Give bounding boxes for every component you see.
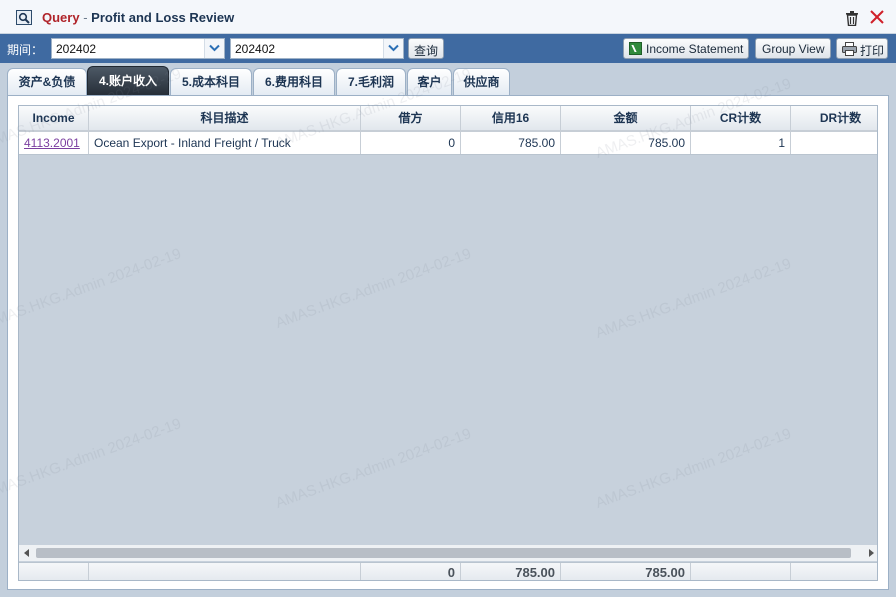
tab-suppliers[interactable]: 供应商 xyxy=(453,68,510,95)
tab-label: 6.费用科目 xyxy=(264,75,323,89)
close-icon[interactable] xyxy=(870,10,884,24)
column-header-amount[interactable]: 金额 xyxy=(561,106,691,130)
cell-credit: 785.00 xyxy=(461,132,561,154)
cell-amount: 785.00 xyxy=(561,132,691,154)
column-header-description[interactable]: 科目描述 xyxy=(89,106,361,130)
excel-icon xyxy=(629,42,642,55)
total-debit: 0 xyxy=(361,563,461,580)
tab-gross-profit[interactable]: 7.毛利润 xyxy=(336,68,406,95)
print-label: 打印 xyxy=(860,44,885,58)
title-query: Query xyxy=(42,10,80,25)
grid-header: Income 科目描述 借方 信用16 金额 CR计数 DR计数 xyxy=(19,106,877,132)
chevron-down-icon[interactable] xyxy=(383,39,403,58)
tab-expense-accounts[interactable]: 6.费用科目 xyxy=(253,68,335,95)
cell-description: Ocean Export - Inland Freight / Truck xyxy=(89,132,361,154)
tab-assets-liabilities[interactable]: 资产&负债 xyxy=(7,68,87,95)
total-income-cell xyxy=(19,563,89,580)
tab-label: 客户 xyxy=(417,75,442,89)
income-statement-button[interactable]: Income Statement xyxy=(623,38,749,59)
period-from-value: 202402 xyxy=(56,42,97,56)
grid-totals-row: 0 785.00 785.00 xyxy=(19,562,877,580)
column-header-cr-count[interactable]: CR计数 xyxy=(691,106,791,130)
tab-label: 资产&负债 xyxy=(18,75,76,89)
total-cr-count xyxy=(691,563,791,580)
total-amount: 785.00 xyxy=(561,563,691,580)
query-window-icon xyxy=(16,10,32,25)
trash-icon[interactable] xyxy=(845,11,859,27)
table-row[interactable]: 4113.2001 Ocean Export - Inland Freight … xyxy=(19,132,877,155)
chevron-down-icon[interactable] xyxy=(204,39,224,58)
income-statement-label: Income Statement xyxy=(646,42,744,56)
title-separator: - xyxy=(83,10,88,25)
toolbar: 期间： 202402 202402 查询 Income Statement Gr… xyxy=(0,34,896,63)
scroll-right-arrow-icon[interactable] xyxy=(869,549,874,557)
group-view-button[interactable]: Group View xyxy=(755,38,831,59)
total-description-cell xyxy=(89,563,361,580)
period-to-select[interactable]: 202402 xyxy=(230,38,404,59)
tab-label: 供应商 xyxy=(463,75,500,89)
account-link[interactable]: 4113.2001 xyxy=(24,136,80,150)
window-title: Query - Profit and Loss Review xyxy=(42,10,234,25)
period-to-value: 202402 xyxy=(235,42,276,56)
income-grid: Income 科目描述 借方 信用16 金额 CR计数 DR计数 4113.20… xyxy=(18,105,878,581)
title-text: Profit and Loss Review xyxy=(91,10,235,25)
tab-customers[interactable]: 客户 xyxy=(407,68,452,95)
tab-label: 5.成本科目 xyxy=(181,75,240,89)
tab-label: 4.账户收入 xyxy=(98,74,157,88)
cell-dr-count xyxy=(791,132,877,154)
tab-cost-accounts[interactable]: 5.成本科目 xyxy=(170,68,252,95)
column-header-debit[interactable]: 借方 xyxy=(361,106,461,130)
horizontal-scrollbar[interactable] xyxy=(19,545,877,561)
tab-strip: 资产&负债 4.账户收入 5.成本科目 6.费用科目 7.毛利润 客户 供应商 xyxy=(0,63,896,95)
query-button-label: 查询 xyxy=(414,44,439,58)
column-header-dr-count[interactable]: DR计数 xyxy=(791,106,877,130)
printer-icon xyxy=(842,42,857,59)
cell-debit: 0 xyxy=(361,132,461,154)
total-dr-count xyxy=(791,563,877,580)
period-label: 期间： xyxy=(7,43,44,57)
column-header-income[interactable]: Income xyxy=(19,106,89,130)
query-button[interactable]: 查询 xyxy=(408,38,444,59)
cell-cr-count: 1 xyxy=(691,132,791,154)
title-bar: Query - Profit and Loss Review xyxy=(0,0,896,34)
scroll-thumb[interactable] xyxy=(36,548,851,558)
tab-label: 7.毛利润 xyxy=(347,75,394,89)
income-panel: Income 科目描述 借方 信用16 金额 CR计数 DR计数 4113.20… xyxy=(7,95,889,590)
period-from-select[interactable]: 202402 xyxy=(51,38,225,59)
scroll-left-arrow-icon[interactable] xyxy=(24,549,29,557)
column-header-credit[interactable]: 信用16 xyxy=(461,106,561,130)
group-view-label: Group View xyxy=(762,42,825,56)
cell-income: 4113.2001 xyxy=(19,132,89,154)
tab-account-income[interactable]: 4.账户收入 xyxy=(87,66,169,95)
print-button[interactable]: 打印 xyxy=(836,38,888,59)
total-credit: 785.00 xyxy=(461,563,561,580)
